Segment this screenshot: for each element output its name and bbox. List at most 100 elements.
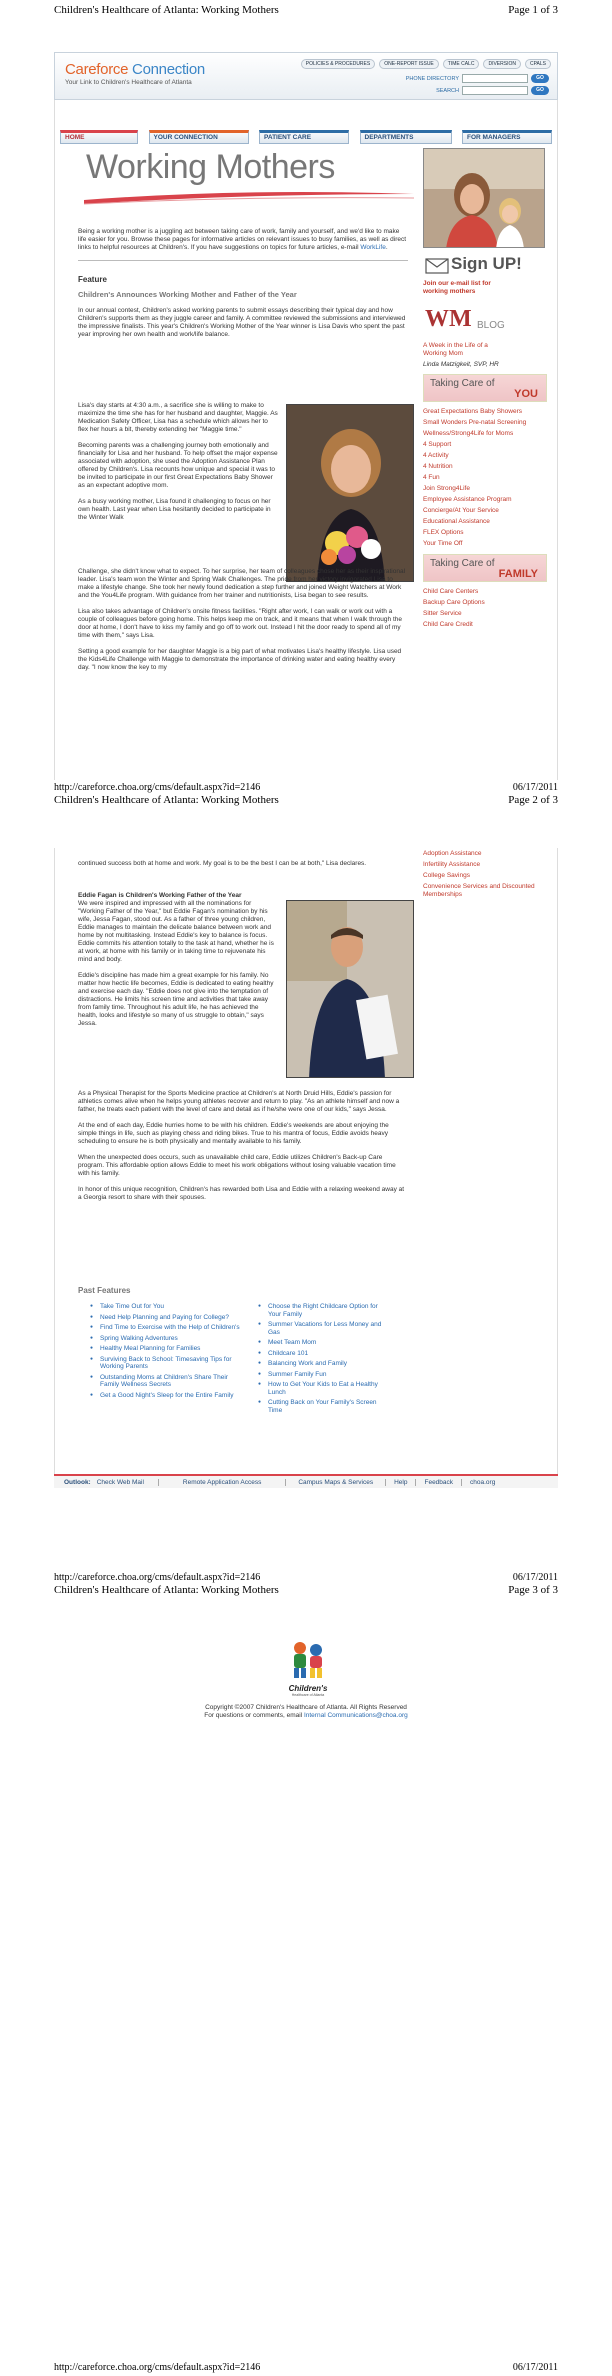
you-link-0[interactable]: Great Expectations Baby Showers (423, 408, 547, 416)
you-link-11[interactable]: FLEX Options (423, 529, 547, 537)
lisa-section-cont: Challenge, she didn't know what to expec… (78, 568, 408, 680)
past-feature-item[interactable]: Choose the Right Childcare Option for Yo… (258, 1303, 388, 1318)
past-feature-item[interactable]: Meet Team Mom (258, 1339, 388, 1347)
you-link-4[interactable]: 4 Activity (423, 452, 547, 460)
copyright-text: Copyright ©2007 Children's Healthcare of… (205, 1704, 407, 1711)
phone-go-button[interactable]: GO (531, 74, 549, 83)
childrens-logo: Children's Healthcare of Atlanta (280, 1640, 336, 1697)
you-link-12[interactable]: Your Time Off (423, 540, 547, 548)
past-feature-item[interactable]: Cutting Back on Your Family's Screen Tim… (258, 1399, 388, 1414)
blog-author: Linda Matzigkeit, SVP, HR (423, 361, 499, 368)
page2-main: continued success both at home and work.… (78, 860, 408, 876)
feature-para-4a: As a busy working mother, Lisa found it … (78, 498, 271, 521)
logo-wordmark: Children's (288, 1684, 328, 1693)
careforce-logo[interactable]: Careforce Connection (65, 61, 205, 78)
family-link-3[interactable]: Child Care Credit (423, 621, 547, 629)
past-feature-item[interactable]: Spring Walking Adventures (90, 1335, 248, 1343)
family-link-college[interactable]: College Savings (423, 872, 547, 880)
util-report[interactable]: ONE-REPORT ISSUE (379, 59, 439, 69)
util-diversion[interactable]: DIVERSION (483, 59, 521, 69)
signup-sub[interactable]: Join our e-mail list for working mothers (423, 280, 515, 296)
signup-box[interactable]: Sign UP! (423, 252, 547, 280)
contact-text: For questions or comments, email Interna… (204, 1712, 408, 1719)
nav-departments[interactable]: DEPARTMENTS (359, 130, 452, 144)
you-link-2[interactable]: Wellness/Strong4Life for Moms (423, 430, 547, 438)
you-link-6[interactable]: 4 Fun (423, 474, 547, 482)
blog-logo: WM BLOG (423, 306, 547, 342)
footer-help[interactable]: Help (386, 1478, 417, 1486)
feature-para-5: Lisa also takes advantage of Children's … (78, 608, 402, 639)
past-feature-item[interactable]: Childcare 101 (258, 1350, 388, 1358)
family-link-0[interactable]: Child Care Centers (423, 588, 547, 596)
past-feature-item[interactable]: Healthy Meal Planning for Families (90, 1345, 248, 1353)
blog-label: BLOG (477, 320, 505, 331)
utility-links: POLICIES & PROCEDURES ONE-REPORT ISSUE T… (300, 59, 551, 69)
eddie-title: Eddie Fagan is Children's Working Father… (78, 892, 242, 899)
print-header-2: Children's Healthcare of Atlanta: Workin… (54, 794, 558, 806)
past-feature-item[interactable]: Take Time Out for You (90, 1303, 248, 1311)
family-link-2[interactable]: Sitter Service (423, 610, 547, 618)
print-doc-title: Children's Healthcare of Atlanta: Workin… (54, 4, 279, 16)
footer-campus-maps[interactable]: Campus Maps & Services (286, 1478, 387, 1486)
nav-home[interactable]: HOME (60, 130, 138, 144)
feature-para-1: In our annual contest, Children's asked … (78, 307, 406, 338)
feature-para-2: Lisa's day starts at 4:30 a.m., a sacrif… (78, 402, 278, 433)
you-link-10[interactable]: Educational Assistance (423, 518, 547, 526)
util-policies[interactable]: POLICIES & PROCEDURES (300, 59, 376, 69)
internal-comms-link[interactable]: Internal Communications@choa.org (304, 1712, 408, 1719)
past-features-lists: Take Time Out for You Need Help Planning… (78, 1303, 408, 1417)
feature-para-6: Setting a good example for her daughter … (78, 648, 402, 671)
blog-link[interactable]: A Week in the Life of a Working Mom (423, 342, 513, 358)
family-link-infertility[interactable]: Infertility Assistance (423, 861, 547, 869)
family-link-1[interactable]: Backup Care Options (423, 599, 547, 607)
search-go-button[interactable]: GO (531, 86, 549, 95)
past-feature-item[interactable]: Get a Good Night's Sleep for the Entire … (90, 1392, 248, 1400)
print-page-number: Page 1 of 3 (508, 4, 558, 16)
family-link-convenience[interactable]: Convenience Services and Discounted Memb… (423, 883, 547, 899)
past-features-left: Take Time Out for You Need Help Planning… (78, 1303, 248, 1417)
print-footer-3: http://careforce.choa.org/cms/default.as… (54, 2362, 558, 2373)
worklife-link[interactable]: WorkLife (360, 244, 386, 251)
phone-directory-label: PHONE DIRECTORY (405, 75, 459, 82)
footer-remote-access[interactable]: Remote Application Access (159, 1478, 287, 1486)
past-features: Past Features Take Time Out for You Need… (78, 1286, 408, 1417)
page-title: Working Mothers (86, 148, 335, 186)
copyright-block: Copyright ©2007 Children's Healthcare of… (180, 1704, 432, 1720)
util-timecalc[interactable]: TIME CALC (442, 59, 480, 69)
feature-heading: Children's Announces Working Mother and … (78, 290, 297, 299)
taking-care-family-header: Taking Care of FAMILY (423, 554, 547, 582)
footer-feedback[interactable]: Feedback (416, 1478, 463, 1486)
you-link-3[interactable]: 4 Support (423, 441, 547, 449)
family-link-adoption[interactable]: Adoption Assistance (423, 850, 547, 858)
page-title-banner: Working Mothers (78, 148, 414, 220)
past-feature-item[interactable]: Summer Vacations for Less Money and Gas (258, 1321, 388, 1336)
feature-label: Feature (78, 275, 107, 284)
you-link-5[interactable]: 4 Nutrition (423, 463, 547, 471)
search-input[interactable] (462, 86, 528, 95)
lisa-portrait (287, 405, 413, 581)
you-link-8[interactable]: Employee Assistance Program (423, 496, 547, 504)
logo-tagline: Your Link to Children's Healthcare of At… (65, 79, 192, 86)
print-footer-1: http://careforce.choa.org/cms/default.as… (54, 782, 558, 793)
past-feature-item[interactable]: Find Time to Exercise with the Help of C… (90, 1324, 248, 1332)
footer-choa[interactable]: choa.org (462, 1479, 503, 1486)
you-link-1[interactable]: Small Wonders Pre-natal Screening (423, 419, 547, 427)
print-header-3: Children's Healthcare of Atlanta: Workin… (54, 1584, 558, 1596)
you-link-9[interactable]: Concierge/At Your Service (423, 507, 547, 515)
footer-webmail[interactable]: Check Web Mail (95, 1478, 159, 1486)
family-links: Child Care Centers Backup Care Options S… (423, 588, 547, 629)
past-feature-item[interactable]: Balancing Work and Family (258, 1360, 388, 1368)
nav-patient-care[interactable]: PATIENT CARE (259, 130, 349, 144)
past-feature-item[interactable]: Surviving Back to School: Timesaving Tip… (90, 1356, 248, 1371)
past-feature-item[interactable]: How to Get Your Kids to Eat a Healthy Lu… (258, 1381, 388, 1396)
phone-directory-input[interactable] (462, 74, 528, 83)
nav-your-connection[interactable]: YOUR CONNECTION (148, 130, 249, 144)
past-feature-item[interactable]: Summer Family Fun (258, 1371, 388, 1379)
nav-for-managers[interactable]: FOR MANAGERS (462, 130, 552, 144)
past-feature-item[interactable]: Need Help Planning and Paying for Colleg… (90, 1314, 248, 1322)
feature-para-4b: Challenge, she didn't know what to expec… (78, 568, 406, 599)
site-footer-bar: Outlook: Check Web Mail Remote Applicati… (54, 1474, 558, 1488)
past-feature-item[interactable]: Outstanding Moms at Children's Share The… (90, 1374, 248, 1389)
you-link-7[interactable]: Join Strong4Life (423, 485, 547, 493)
util-cpals[interactable]: CPALS (524, 59, 551, 69)
